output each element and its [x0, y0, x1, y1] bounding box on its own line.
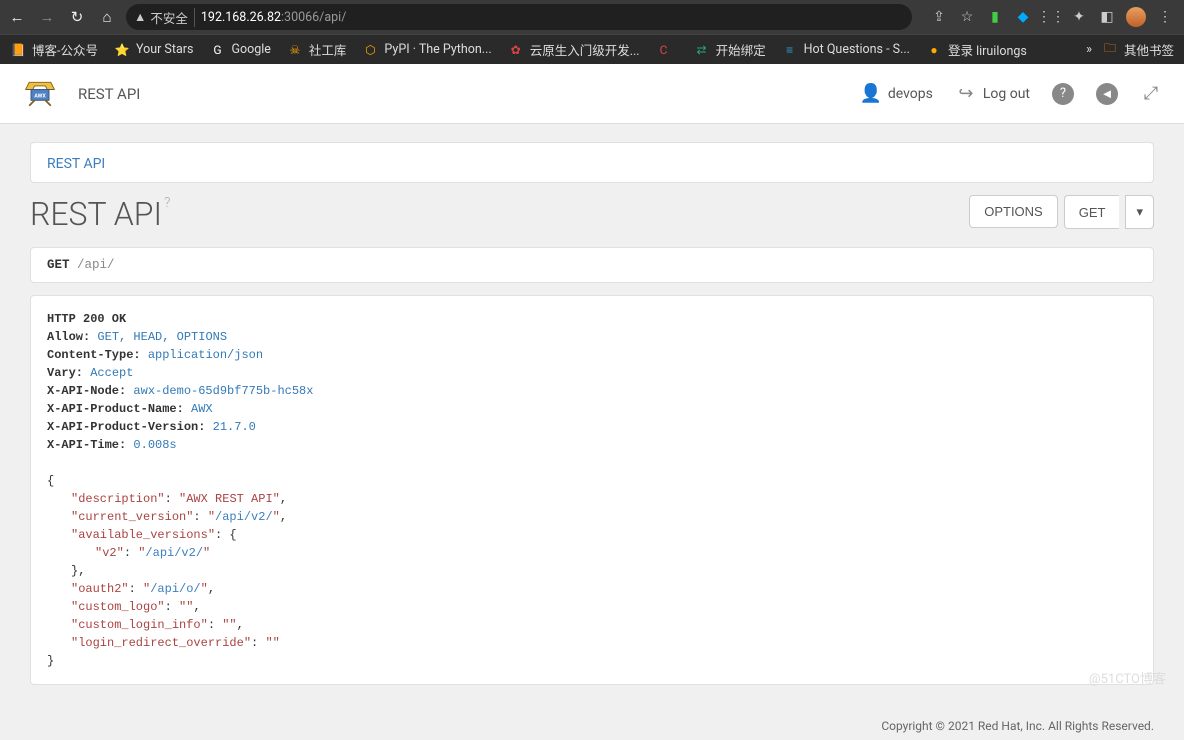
footer: Copyright © 2021 Red Hat, Inc. All Right…: [0, 715, 1184, 739]
bookmark-item[interactable]: ⬡PyPI · The Python...: [362, 42, 491, 58]
username: devops: [888, 86, 933, 102]
profile-avatar[interactable]: [1126, 7, 1146, 27]
home-icon[interactable]: ⌂: [96, 6, 118, 28]
sidepanel-icon[interactable]: ◧: [1098, 8, 1116, 26]
url-text: 192.168.26.82:30066/api/: [201, 10, 346, 25]
bookmark-item[interactable]: C: [656, 42, 678, 58]
app-header: AWX REST API 👤 devops ↪ Log out ? ◄ ⤢: [0, 64, 1184, 124]
bookmark-item[interactable]: ⇄开始绑定: [694, 40, 766, 59]
app-title: REST API: [78, 85, 140, 103]
security-warning: ▲ 不安全: [134, 8, 195, 27]
bookmark-item[interactable]: GGoogle: [209, 42, 270, 58]
ext2-icon[interactable]: ◆: [1014, 8, 1032, 26]
bookmark-item[interactable]: 📙博客-公众号: [10, 40, 98, 59]
get-button[interactable]: GET: [1064, 195, 1120, 229]
expand-icon: ⤢: [1140, 83, 1162, 105]
help-sup-icon[interactable]: ?: [164, 195, 170, 211]
share-icon[interactable]: ⇪: [930, 8, 948, 26]
url-bar[interactable]: ▲ 不安全 192.168.26.82:30066/api/: [126, 4, 912, 30]
help-icon: ?: [1052, 83, 1074, 105]
logout-button[interactable]: ↪ Log out: [955, 83, 1030, 105]
logout-label: Log out: [983, 86, 1030, 102]
watermark: @51CTO博客: [1089, 668, 1166, 687]
request-path: /api/: [77, 258, 115, 272]
logout-icon: ↪: [955, 83, 977, 105]
toolbar-icons: ⇪ ☆ ▮ ◆ ⋮⋮ ✦ ◧ ⋮: [926, 7, 1178, 27]
get-button-group: GET ▾: [1058, 195, 1154, 229]
other-bookmarks[interactable]: 🗀其他书签: [1102, 40, 1174, 59]
back-icon[interactable]: ←: [6, 6, 28, 28]
browser-chrome: ← → ↻ ⌂ ▲ 不安全 192.168.26.82:30066/api/ ⇪…: [0, 0, 1184, 64]
bookmark-item[interactable]: ●登录 liruilongs: [926, 40, 1027, 59]
user-icon: 👤: [860, 83, 882, 105]
ext3-icon[interactable]: ⋮⋮: [1042, 8, 1060, 26]
security-label: 不安全: [150, 8, 188, 27]
svg-text:AWX: AWX: [34, 93, 46, 99]
menu-icon[interactable]: ⋮: [1156, 8, 1174, 26]
bookmarks-more[interactable]: »: [1086, 42, 1092, 57]
options-button[interactable]: OPTIONS: [969, 195, 1058, 228]
extensions-icon[interactable]: ✦: [1070, 8, 1088, 26]
expand-button[interactable]: ⤢: [1140, 83, 1162, 105]
request-method: GET: [47, 258, 70, 272]
back-circle-icon: ◄: [1096, 83, 1118, 105]
forward-icon[interactable]: →: [36, 6, 58, 28]
awx-logo[interactable]: AWX: [22, 79, 58, 109]
breadcrumb-panel: REST API: [30, 142, 1154, 183]
star-icon[interactable]: ☆: [958, 8, 976, 26]
warning-icon: ▲: [134, 10, 146, 25]
breadcrumb[interactable]: REST API: [47, 156, 105, 172]
bookmark-item[interactable]: ☠社工库: [287, 40, 347, 59]
bookmarks-bar: 📙博客-公众号 ⭐Your Stars GGoogle ☠社工库 ⬡PyPI · The…: [0, 34, 1184, 64]
bookmark-item[interactable]: ✿云原生入门级开发...: [508, 40, 640, 59]
back-button[interactable]: ◄: [1096, 83, 1118, 105]
bookmark-item[interactable]: ⭐Your Stars: [114, 42, 193, 58]
response-panel: HTTP 200 OKAllow: GET, HEAD, OPTIONSCont…: [30, 295, 1154, 685]
page-title: REST API?: [30, 195, 170, 233]
help-button[interactable]: ?: [1052, 83, 1074, 105]
user-menu[interactable]: 👤 devops: [860, 83, 933, 105]
request-panel: GET /api/: [30, 247, 1154, 283]
get-dropdown[interactable]: ▾: [1125, 195, 1154, 229]
reload-icon[interactable]: ↻: [66, 6, 88, 28]
bookmark-item[interactable]: ≡Hot Questions - S...: [782, 42, 910, 58]
ext1-icon[interactable]: ▮: [986, 8, 1004, 26]
